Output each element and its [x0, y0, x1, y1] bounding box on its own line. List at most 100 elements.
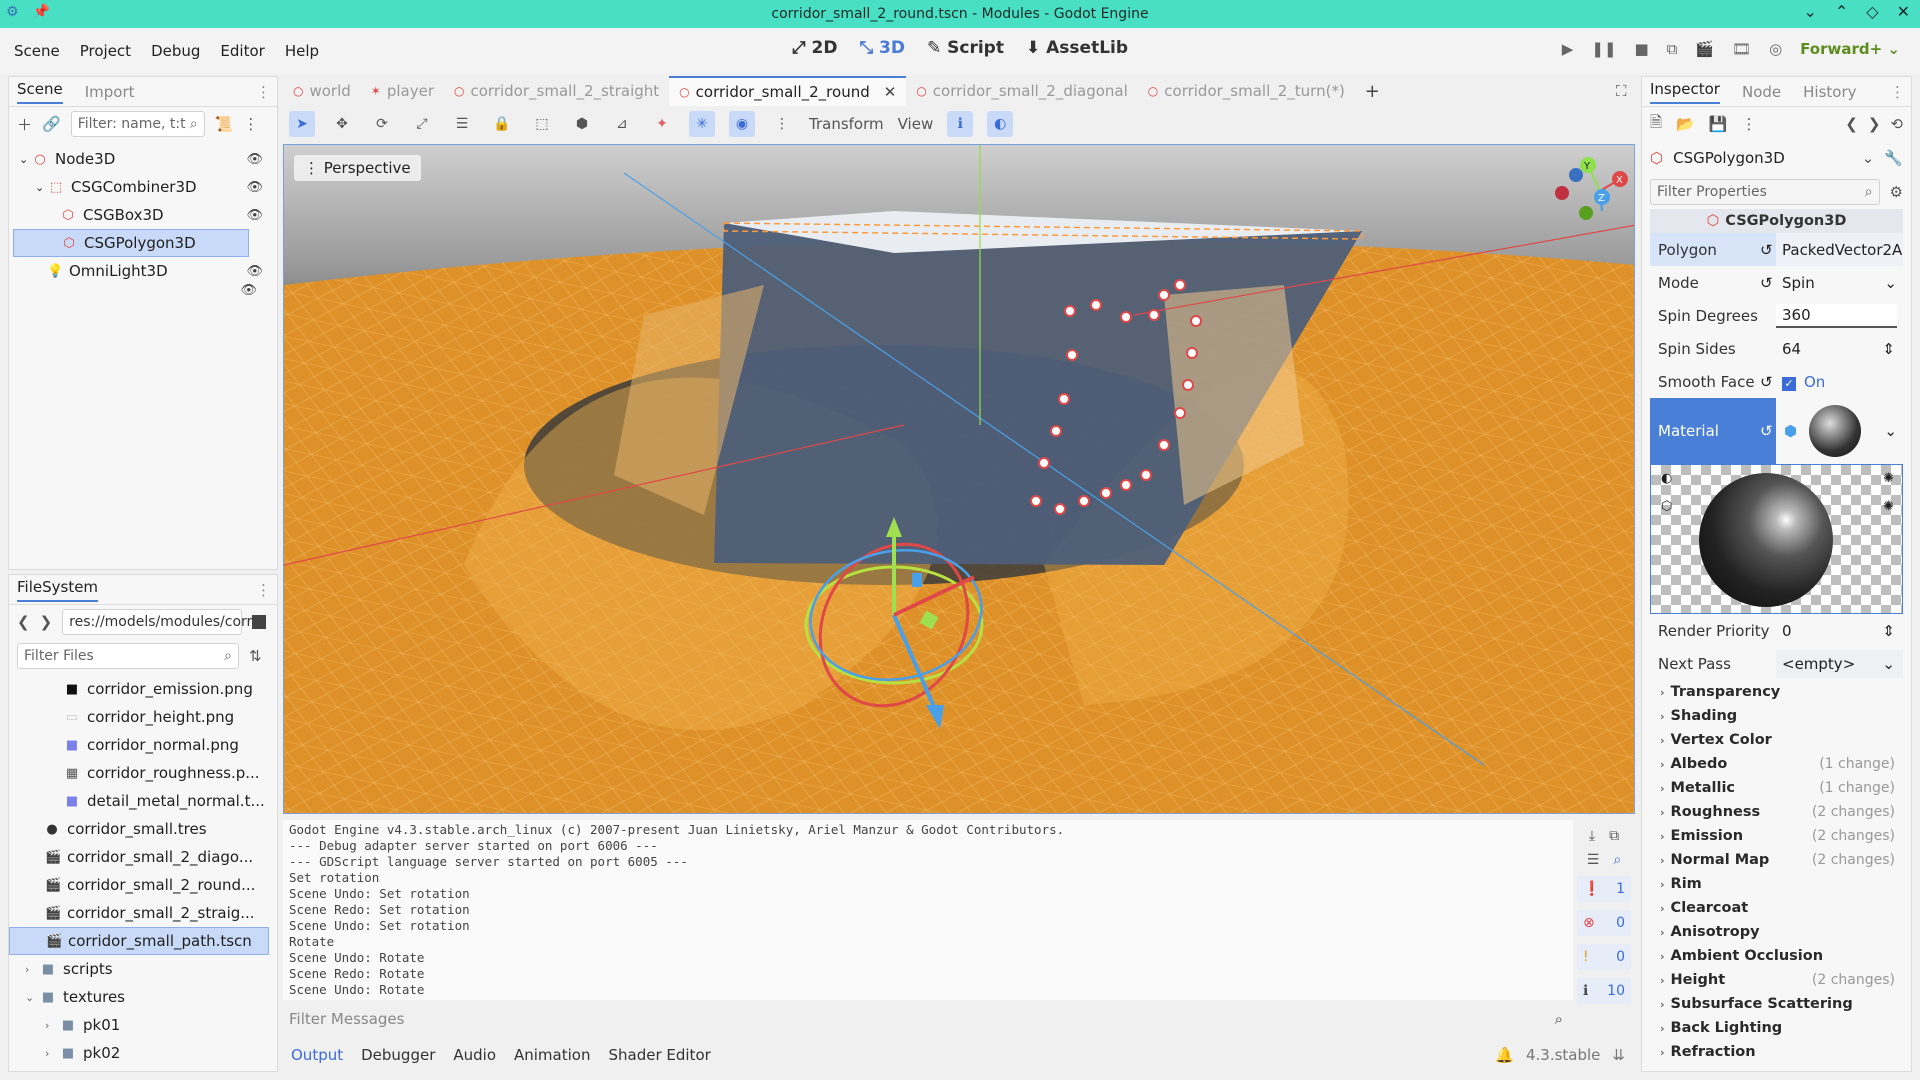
prop-polygon[interactable]: Polygon ↺ PackedVector2A [1650, 233, 1903, 266]
file-item[interactable]: ▭ corridor_height.png [9, 703, 277, 731]
rotate-tool-icon[interactable]: ⟳ [369, 111, 395, 137]
section-rim[interactable]: › Rim [1650, 872, 1903, 896]
file-item[interactable]: › ■ pk01 [9, 1011, 277, 1039]
prop-render-priority[interactable]: Render Priority 0 ⇕ [1650, 614, 1903, 647]
perspective-menu[interactable]: ⋮ Perspective [294, 155, 421, 181]
chevron-down-icon[interactable]: ⌄ [1862, 149, 1875, 167]
editor-tab[interactable]: ○ corridor_small_2_straight [444, 76, 669, 106]
add-tab-icon[interactable]: + [1365, 81, 1380, 102]
transform-menu[interactable]: Transform [809, 115, 884, 133]
filter-messages-input[interactable]: Filter Messages ⌕ [283, 1004, 1573, 1034]
filter-properties-input[interactable]: Filter Properties ⌕ [1650, 179, 1880, 205]
file-item[interactable]: ■ corridor_emission.png [9, 675, 277, 703]
object-history-icon[interactable]: ⟲ [1890, 115, 1903, 133]
stop-icon[interactable]: ■ [1634, 40, 1648, 58]
snap-icon[interactable]: ◉ [729, 111, 755, 137]
ruler-icon[interactable]: ⊿ [609, 111, 635, 137]
menu-help[interactable]: Help [275, 42, 329, 60]
inspector-options-icon[interactable]: ⚙ [1890, 183, 1903, 201]
resource-menu-icon[interactable]: ⋮ [1741, 115, 1756, 133]
view-menu[interactable]: View [898, 115, 934, 133]
list-select-icon[interactable]: ☰ [449, 111, 475, 137]
search-icon[interactable]: ⌕ [1613, 852, 1621, 868]
tree-omnilight3d[interactable]: 💡 OmniLight3D 👁 [13, 257, 273, 285]
revert-icon[interactable]: ↺ [1760, 398, 1776, 464]
chevron-down-icon[interactable]: ⌄ [1884, 422, 1897, 440]
fullscreen-icon[interactable]: ⛶ [1616, 82, 1627, 100]
section-transparency[interactable]: › Transparency [1650, 680, 1903, 704]
section-roughness[interactable]: › Roughness (2 changes) [1650, 800, 1903, 824]
menu-scene[interactable]: Scene [0, 42, 70, 60]
close-tab-icon[interactable]: ✕ [884, 83, 897, 101]
sort-icon[interactable]: ⇅ [249, 647, 262, 665]
local-space-icon[interactable]: ✳ [689, 111, 715, 137]
copy-icon[interactable]: ⧉ [1609, 828, 1619, 844]
mesh-icon[interactable]: ⬢ [569, 111, 595, 137]
chevron-right-icon[interactable]: › [45, 1047, 61, 1060]
file-item[interactable]: ● corridor_small.tres [9, 815, 277, 843]
tab-inspector[interactable]: Inspector [1650, 80, 1720, 104]
section-albedo[interactable]: › Albedo (1 change) [1650, 752, 1903, 776]
movie-maker-icon[interactable]: ◎ [1769, 40, 1782, 58]
section-metallic[interactable]: › Metallic (1 change) [1650, 776, 1903, 800]
next-pass-picker[interactable]: <empty> ⌄ [1776, 649, 1903, 678]
section-refraction[interactable]: › Refraction [1650, 1040, 1903, 1064]
tab-debugger[interactable]: Debugger [361, 1046, 435, 1064]
tree-csgbox3d[interactable]: ⬡ CSGBox3D 👁 [13, 201, 273, 229]
section-clearcoat[interactable]: › Clearcoat [1650, 896, 1903, 920]
section-shading[interactable]: › Shading [1650, 704, 1903, 728]
scene-filter-input[interactable]: Filter: name, t:t ⌕ [70, 111, 205, 137]
preview-environment-icon[interactable]: ◐ [987, 111, 1014, 137]
skeleton-icon[interactable]: ✦ [649, 111, 675, 137]
smooth-faces-checkbox[interactable]: ✓ On [1776, 373, 1903, 391]
file-item[interactable]: 🎬 corridor_small_2_round... [9, 871, 277, 899]
visibility-eye-icon[interactable]: 👁 [240, 283, 257, 298]
pause-icon[interactable]: ❚❚ [1591, 40, 1616, 58]
editor-tab[interactable]: ○ corridor_small_2_round ✕ [669, 76, 907, 106]
mode-select[interactable]: Spin ⌄ [1776, 274, 1903, 292]
tab-import[interactable]: Import [85, 83, 135, 101]
attach-script-icon[interactable]: 📜 [215, 115, 234, 133]
editor-tab[interactable]: ○ corridor_small_2_turn(*) [1138, 76, 1355, 106]
remote-debug-icon[interactable]: ⧉ [1667, 40, 1678, 58]
3d-viewport[interactable]: Y X Z ⋮ Perspective [283, 144, 1635, 814]
close-window-button[interactable]: ✕ [1897, 2, 1910, 21]
tab-shader-editor[interactable]: Shader Editor [608, 1046, 710, 1064]
workspace-2d-button[interactable]: ⤢ 2D [792, 38, 837, 58]
workspace-3d-button[interactable]: ⤡ 3D [859, 38, 904, 58]
instance-scene-icon[interactable]: 🔗 [42, 115, 61, 133]
spin-degrees-slider[interactable]: 360 [1776, 303, 1897, 328]
play-icon[interactable]: ▶ [1562, 40, 1574, 58]
tree-csgpolygon3d[interactable]: ⬡ CSGPolygon3D [13, 229, 249, 257]
collapse-icon[interactable]: ☰ [1587, 852, 1600, 868]
filter-files-input[interactable]: Filter Files ⌕ [17, 643, 239, 669]
file-item[interactable]: 🎬 corridor_small_path.tscn [9, 927, 269, 955]
tab-animation[interactable]: Animation [514, 1046, 590, 1064]
lock-icon[interactable]: 🔒 [489, 111, 515, 137]
split-mode-icon[interactable] [252, 615, 267, 629]
visibility-eye-icon[interactable]: 👁 [246, 208, 263, 223]
file-item[interactable]: › ■ scripts [9, 955, 277, 983]
scene-menu-icon[interactable]: ⋮ [243, 115, 258, 133]
chevron-right-icon[interactable]: › [25, 963, 41, 976]
keep-above-button[interactable]: ◇ [1866, 2, 1878, 21]
minimize-button[interactable]: ⌄ [1803, 2, 1816, 21]
open-resource-icon[interactable]: 📂 [1676, 115, 1695, 133]
render-priority-stepper[interactable]: 0 ⇕ [1776, 622, 1903, 640]
visibility-eye-icon[interactable]: 👁 [246, 180, 263, 195]
tab-node[interactable]: Node [1742, 83, 1781, 101]
section-height[interactable]: › Height (2 changes) [1650, 968, 1903, 992]
save-resource-icon[interactable]: 💾 [1709, 115, 1728, 133]
history-forward-icon[interactable]: ❯ [1868, 115, 1881, 133]
path-field[interactable]: res://models/modules/corri [62, 609, 256, 635]
file-item[interactable]: 🎬 corridor_small_2_straig... [9, 899, 277, 927]
file-item[interactable]: ■ corridor_normal.png [9, 731, 277, 759]
prop-smooth-faces[interactable]: Smooth Face ↺ ✓ On [1650, 365, 1903, 398]
section-vertex-color[interactable]: › Vertex Color [1650, 728, 1903, 752]
shape-toggle-icon[interactable]: ⬡ [1661, 499, 1672, 514]
file-item[interactable]: ▦ corridor_roughness.p... [9, 759, 277, 787]
chevron-right-icon[interactable]: › [45, 1019, 61, 1032]
file-item[interactable]: 🎬 corridor_small_2_diago... [9, 843, 277, 871]
renderer-select[interactable]: Forward+ ⌄ [1800, 40, 1900, 58]
prop-material[interactable]: Material ↺ ⬢ ⌄ [1650, 398, 1903, 464]
